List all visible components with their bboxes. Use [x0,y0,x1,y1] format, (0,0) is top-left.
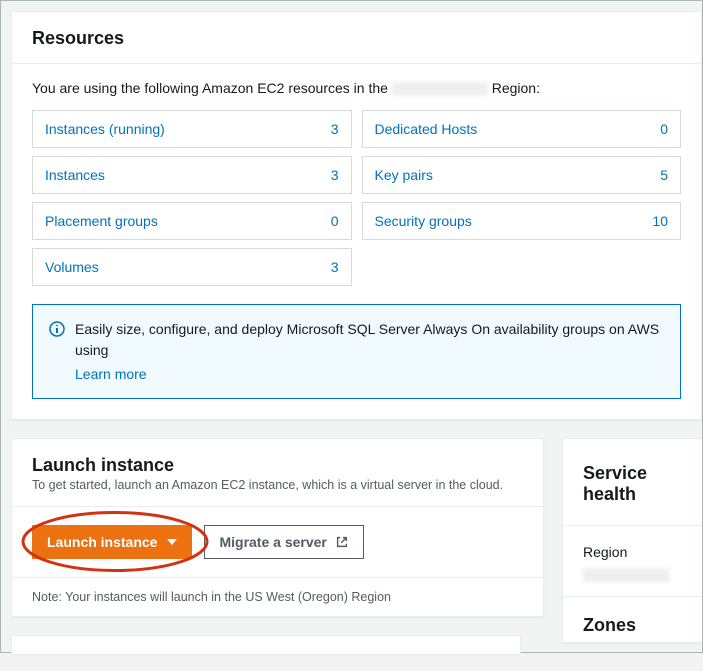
resource-instances-running[interactable]: Instances (running) 3 [32,110,352,148]
external-link-icon [335,535,349,549]
resource-count: 0 [660,121,668,137]
resource-name: Dedicated Hosts [375,121,478,137]
resource-instances[interactable]: Instances 3 [32,156,352,194]
launch-note: Note: Your instances will launch in the … [12,577,543,616]
resource-count: 0 [331,213,339,229]
resource-name: Security groups [375,213,472,229]
resource-key-pairs[interactable]: Key pairs 5 [362,156,682,194]
resource-name: Volumes [45,259,99,275]
launch-subtitle: To get started, launch an Amazon EC2 ins… [12,478,543,506]
resource-security-groups[interactable]: Security groups 10 [362,202,682,240]
resource-placement-groups[interactable]: Placement groups 0 [32,202,352,240]
migrate-button-label: Migrate a server [219,534,326,550]
launch-instance-panel: Launch instance To get started, launch a… [11,438,544,617]
zones-title: Zones [563,596,702,642]
region-redacted [392,82,488,96]
resource-dedicated-hosts[interactable]: Dedicated Hosts 0 [362,110,682,148]
resources-intro: You are using the following Amazon EC2 r… [32,80,681,96]
resource-count: 3 [331,259,339,275]
launch-button-label: Launch instance [47,534,157,550]
info-banner-text: Easily size, configure, and deploy Micro… [75,321,659,357]
resource-count: 3 [331,121,339,137]
resource-name: Instances (running) [45,121,165,137]
launch-column: Launch instance To get started, launch a… [11,438,544,655]
resource-name: Instances [45,167,105,183]
resource-name: Key pairs [375,167,433,183]
resources-panel: Resources You are using the following Am… [11,11,702,420]
caret-down-icon [167,539,177,545]
placeholder-panel [11,635,521,655]
info-banner-link[interactable]: Learn more [75,364,147,384]
info-icon [49,321,65,337]
service-health-panel: Service health Region Zones [562,438,702,643]
resource-count: 5 [660,167,668,183]
resource-volumes[interactable]: Volumes 3 [32,248,352,286]
resource-name: Placement groups [45,213,158,229]
resources-title: Resources [12,12,701,64]
region-label: Region [583,544,682,560]
migrate-server-button[interactable]: Migrate a server [204,525,363,559]
resource-count: 3 [331,167,339,183]
info-banner: Easily size, configure, and deploy Micro… [32,304,681,399]
region-value-redacted [583,568,669,582]
service-health-title: Service health [563,439,702,525]
launch-title: Launch instance [12,439,543,478]
resource-count: 10 [652,213,668,229]
launch-instance-button[interactable]: Launch instance [32,525,192,559]
